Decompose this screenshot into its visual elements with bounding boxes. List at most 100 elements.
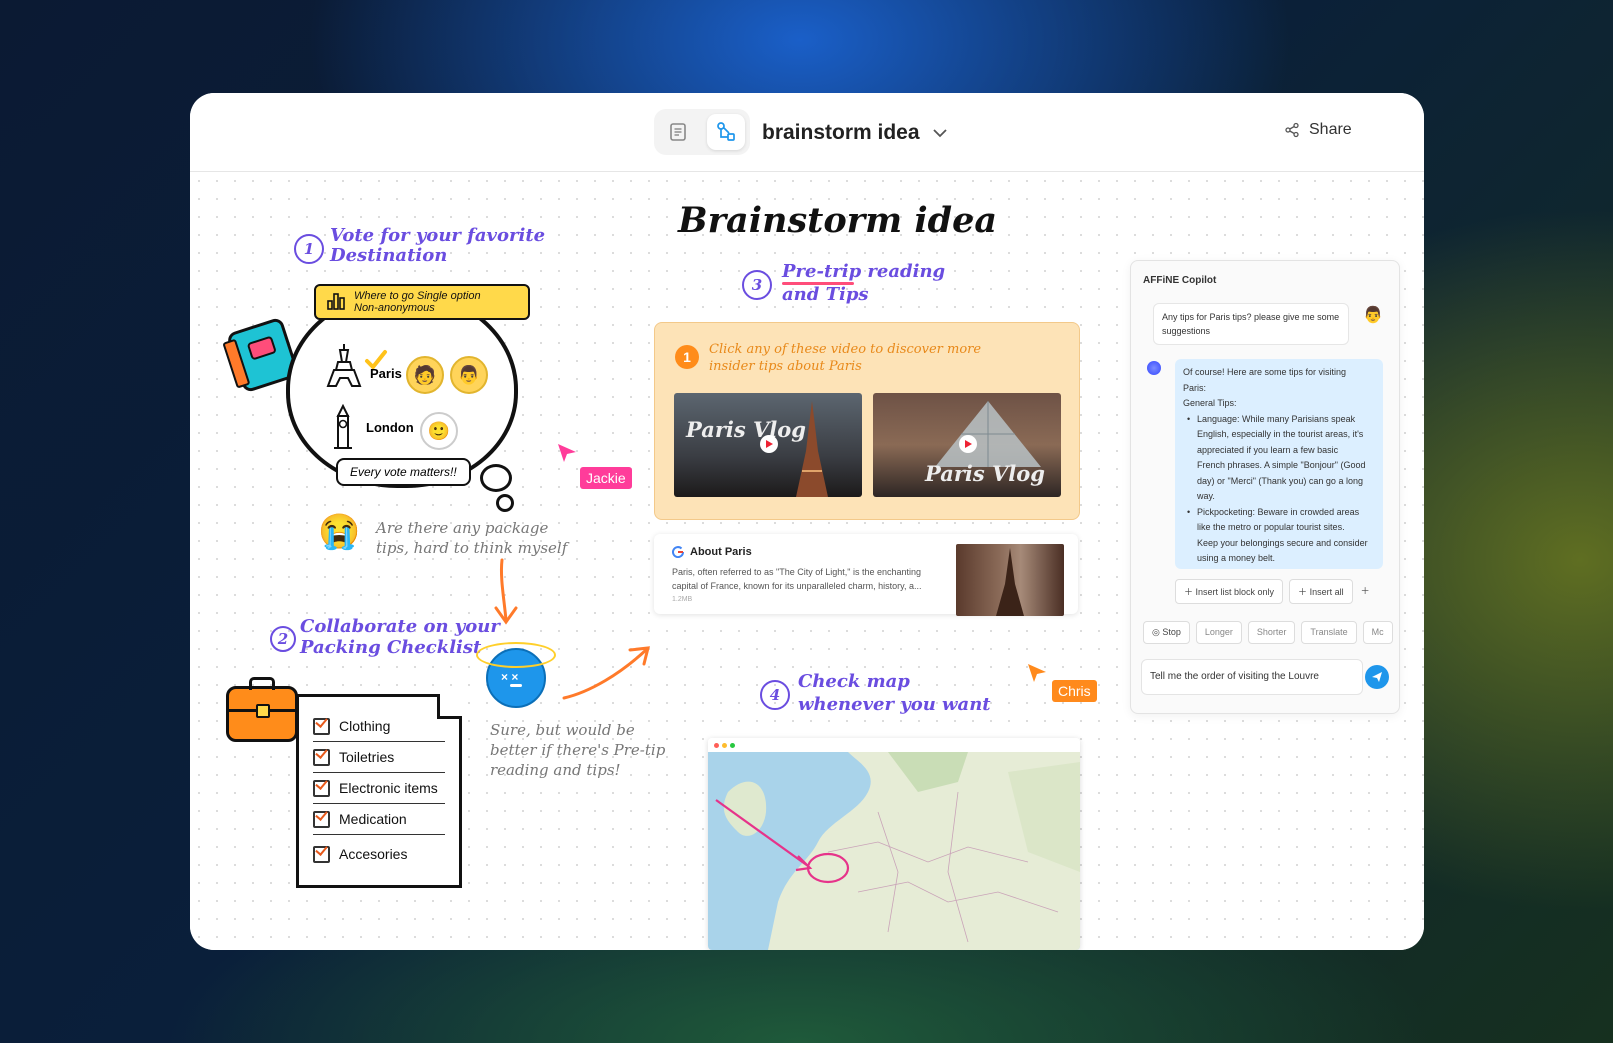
play-icon[interactable] (760, 435, 778, 453)
more-chip-button[interactable]: Mc (1362, 621, 1393, 644)
user-message-line1: Any tips for Paris tips? please give me … (1162, 312, 1340, 322)
video-label: Paris Vlog (686, 417, 806, 442)
poll-line2: Non-anonymous (354, 302, 435, 314)
checkbox-icon[interactable] (313, 717, 330, 735)
crying-emoji-icon: 😭 (318, 513, 361, 551)
section4-heading[interactable]: 4 Check map whenever you want (760, 670, 991, 716)
share-button[interactable]: Share (1284, 121, 1352, 139)
option-paris[interactable]: Paris (370, 366, 402, 381)
board-title[interactable]: Brainstorm idea (678, 200, 997, 241)
bar-chart-icon (327, 293, 345, 310)
reply-line: Paris: (1183, 382, 1207, 393)
section3-title-line2: and Tips (782, 284, 869, 305)
copilot-panel: AFFiNE Copilot Any tips for Paris tips? … (1130, 260, 1400, 714)
insert-list-label: Insert list block only (1195, 587, 1275, 597)
packing-checklist[interactable]: Clothing Toiletries Electronic items Med… (296, 694, 462, 888)
cursor-icon (558, 444, 576, 462)
edgeless-mode-button[interactable] (707, 114, 745, 150)
video-card[interactable]: 1 Click any of these video to discover m… (654, 322, 1080, 520)
longer-button[interactable]: Longer (1195, 621, 1242, 644)
arrow-right-connector[interactable] (560, 644, 656, 704)
stop-icon: ◎ (1152, 627, 1163, 637)
reply-line: way. (1197, 491, 1215, 501)
avatar: 👨 (450, 356, 488, 394)
doc-title[interactable]: brainstorm idea (762, 121, 920, 145)
checklist-item[interactable]: Electronic items (313, 773, 445, 804)
eiffel-tower-icon (796, 401, 828, 497)
avatar: 🙂 (420, 412, 458, 450)
section2-heading[interactable]: 2 Collaborate on your Packing Checklist (270, 616, 500, 658)
checklist-item-label: Clothing (339, 718, 391, 734)
google-icon (672, 546, 684, 558)
chevron-down-icon[interactable] (930, 123, 950, 143)
copilot-reply[interactable]: Of course! Here are some tips for visiti… (1175, 359, 1383, 569)
checkbox-icon[interactable] (313, 779, 330, 797)
copilot-input[interactable]: Tell me the order of visiting the Louvre (1141, 659, 1363, 695)
dizzy-face-sticker[interactable]: × × (476, 642, 556, 708)
translate-button[interactable]: Translate (1301, 621, 1357, 644)
poll-header[interactable]: Where to go Single option Non-anonymous (314, 284, 530, 320)
insert-all-label: Insert all (1309, 587, 1344, 597)
section4-number: 4 (760, 680, 790, 710)
edgeless-icon (717, 122, 735, 141)
copilot-avatar-icon (1147, 361, 1161, 375)
stop-button[interactable]: ◎ Stop (1143, 621, 1190, 644)
app-window: brainstorm idea Share Brainstorm idea 1 … (190, 93, 1424, 950)
video-thumbnail[interactable]: Paris Vlog (674, 393, 862, 497)
more-actions-button[interactable]: ＋ (1359, 579, 1372, 604)
map-embed[interactable] (708, 738, 1080, 950)
page-mode-button[interactable] (659, 114, 697, 150)
section2-number: 2 (270, 626, 296, 652)
note2-text[interactable]: Sure, but would be better if there's Pre… (490, 720, 665, 780)
checklist-item-label: Medication (339, 811, 407, 827)
section1-heading[interactable]: 1 Vote for your favorite Destination (294, 226, 545, 266)
checklist-item[interactable]: Clothing (313, 711, 445, 742)
checkbox-icon[interactable] (313, 810, 330, 828)
link-card-image (956, 544, 1064, 616)
vote-footer[interactable]: Every vote matters!! (336, 458, 471, 486)
checklist-item-label: Toiletries (339, 749, 395, 765)
user-message: Any tips for Paris tips? please give me … (1153, 303, 1349, 345)
cursor-label-chris: Chris (1052, 680, 1097, 702)
cursor-icon (1028, 664, 1046, 682)
louvre-pyramid-icon (935, 401, 1041, 467)
link-card-line1: Paris, often referred to as "The City of… (672, 567, 922, 577)
reply-line: General Tips: (1183, 398, 1237, 408)
section2-title-line2: Packing Checklist (300, 637, 482, 658)
copilot-title: AFFiNE Copilot (1143, 275, 1217, 286)
edgeless-canvas[interactable]: Brainstorm idea 1 Vote for your favorite… (190, 172, 1424, 950)
stop-label: Stop (1162, 627, 1181, 637)
reply-line: using a money belt. (1197, 553, 1276, 563)
top-bar: brainstorm idea Share (190, 93, 1424, 172)
checklist-item[interactable]: Accesories (313, 839, 445, 869)
reply-line: English, especially in the tourist areas… (1197, 429, 1364, 439)
video-card-line1: Click any of these video to discover mor… (709, 342, 982, 357)
checklist-item[interactable]: Toiletries (313, 742, 445, 773)
section3-title-line1: Pre-trip reading (782, 261, 946, 282)
user-avatar: 👨 (1363, 307, 1383, 324)
send-button[interactable] (1365, 665, 1389, 689)
play-icon[interactable] (959, 435, 977, 453)
link-card-about-paris[interactable]: About Paris Paris, often referred to as … (654, 534, 1078, 616)
insert-all-button[interactable]: ＋ Insert all (1289, 579, 1353, 604)
link-card-size: 1.2MB (672, 596, 693, 603)
checkbox-icon[interactable] (313, 845, 330, 863)
poll-line1: Where to go Single option (354, 290, 481, 302)
send-icon (1372, 672, 1382, 682)
map-window-controls (708, 738, 1080, 752)
shorter-button[interactable]: Shorter (1247, 621, 1296, 644)
plus-icon: ＋ (1298, 587, 1310, 597)
video-thumbnail[interactable]: Paris Vlog (873, 393, 1061, 497)
note2-line2: better if there's Pre-tip (490, 741, 666, 759)
checklist-item[interactable]: Medication (313, 804, 445, 835)
briefcase-sticker[interactable] (226, 677, 298, 742)
insert-list-button[interactable]: ＋ Insert list block only (1175, 579, 1284, 604)
note2-line1: Sure, but would be (490, 721, 635, 739)
section3-heading[interactable]: 3 Pre-trip reading and Tips (742, 260, 945, 306)
checklist-item-label: Accesories (339, 846, 408, 862)
note1-text[interactable]: Are there any package tips, hard to thin… (376, 518, 567, 558)
link-card-title: About Paris (690, 546, 752, 558)
checkbox-icon[interactable] (313, 748, 330, 766)
option-london[interactable]: London (366, 420, 414, 435)
europe-map[interactable] (708, 752, 1080, 950)
